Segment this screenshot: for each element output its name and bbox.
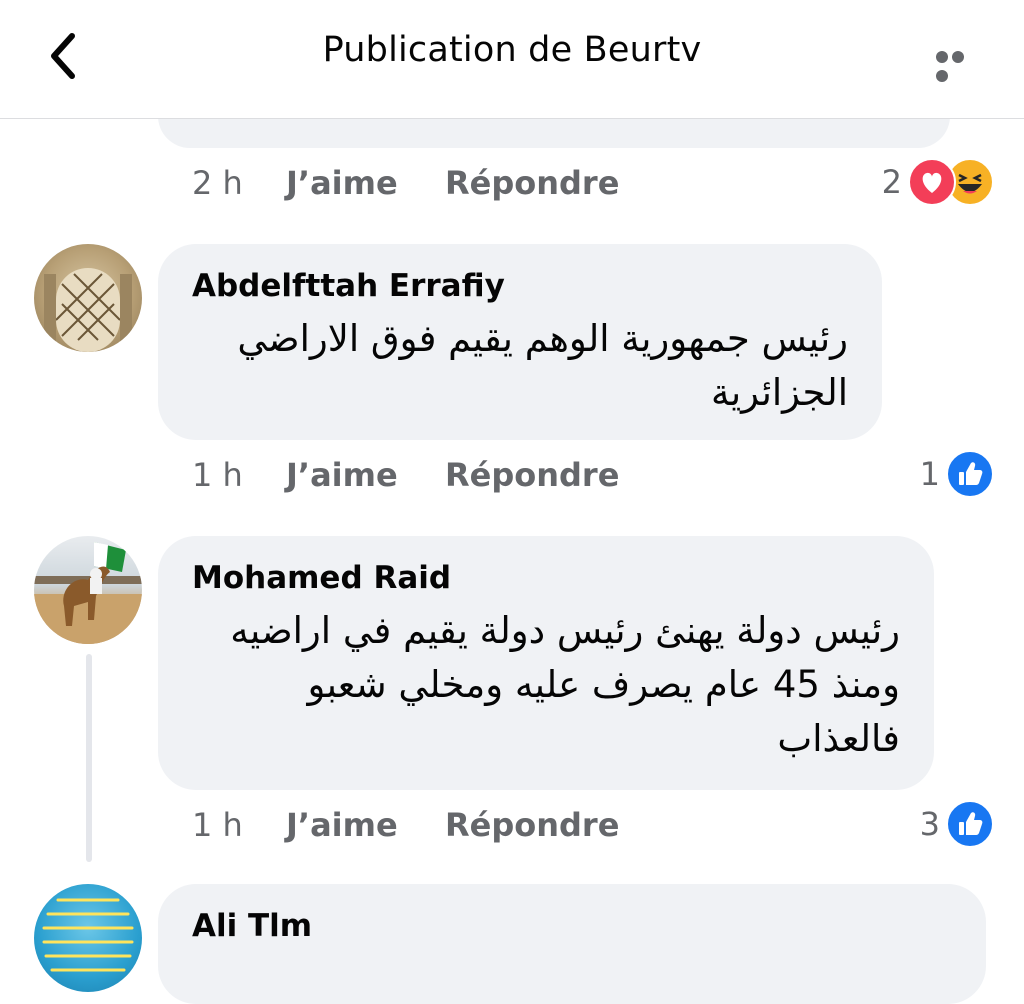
dot-icon	[952, 51, 964, 63]
reply-button[interactable]: Répondre	[445, 164, 619, 202]
like-icon	[946, 800, 994, 848]
reply-button[interactable]: Répondre	[445, 806, 619, 844]
comment-author[interactable]: Ali Tlm	[192, 906, 952, 946]
comment-time[interactable]: 1 h	[192, 806, 243, 844]
comment-author[interactable]: Abdelfttah Errafiy	[192, 266, 848, 306]
comment-author[interactable]: Mohamed Raid	[192, 558, 900, 598]
comment-time[interactable]: 2 h	[192, 164, 243, 202]
more-options-button[interactable]	[936, 48, 982, 82]
dot-icon	[936, 51, 948, 63]
avatar[interactable]	[34, 536, 142, 644]
dot-icon	[936, 70, 948, 82]
comment-text: رئيس دولة يهنئ رئيس دولة يقيم في اراضيه …	[230, 609, 900, 760]
comment-bubble[interactable]: Mohamed Raid رئيس دولة يهنئ رئيس دولة يق…	[158, 536, 934, 790]
comment-bubble[interactable]: Ali Tlm	[158, 884, 986, 1004]
like-icon	[946, 450, 994, 498]
like-button[interactable]: J’aime	[286, 806, 398, 844]
thread-line	[86, 654, 92, 862]
avatar[interactable]	[34, 884, 142, 992]
reaction-count: 2	[881, 163, 902, 201]
page-title: Publication de Beurtv	[322, 30, 702, 70]
top-bar: Publication de Beurtv	[0, 0, 1024, 119]
like-button[interactable]: J’aime	[286, 164, 398, 202]
love-icon	[908, 158, 956, 206]
comment-time[interactable]: 1 h	[192, 456, 243, 494]
reaction-count: 1	[919, 455, 940, 493]
reply-button[interactable]: Répondre	[445, 456, 619, 494]
reaction-summary[interactable]: 2	[882, 158, 994, 206]
comment-bubble[interactable]: Abdelfttah Errafiy رئيس جمهورية الوهم يق…	[158, 244, 882, 440]
avatar[interactable]	[34, 244, 142, 352]
reaction-count: 3	[919, 805, 940, 843]
reaction-summary[interactable]: 1	[920, 450, 994, 498]
comment-text: رئيس جمهورية الوهم يقيم فوق الاراضي الجز…	[237, 317, 848, 414]
like-button[interactable]: J’aime	[286, 456, 398, 494]
reaction-summary[interactable]: 3	[920, 800, 994, 848]
